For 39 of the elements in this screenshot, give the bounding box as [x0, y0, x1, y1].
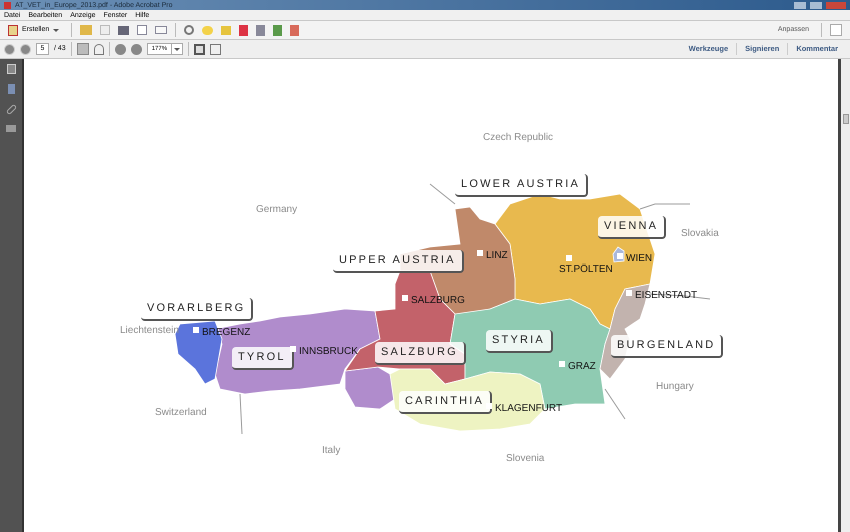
maximize-button[interactable]	[810, 2, 822, 8]
paperclip-icon[interactable]	[5, 104, 17, 116]
country-name: Switzerland	[155, 406, 207, 420]
city-name: WIEN	[626, 252, 652, 266]
region-label: LOWER AUSTRIA	[455, 174, 588, 196]
scroll-thumb[interactable]	[842, 114, 848, 124]
city-name: LINZ	[486, 249, 508, 263]
city-name: INNSBRUCK	[299, 345, 358, 359]
region-label: BURGENLAND	[611, 335, 724, 358]
country-name: Czech Republic	[483, 131, 554, 145]
country-name: Slovakia	[681, 227, 719, 241]
scrollbar[interactable]	[841, 59, 850, 532]
city-marker	[559, 361, 565, 367]
region-label: VORARLBERG	[141, 298, 254, 320]
city-marker	[402, 295, 408, 301]
minimize-button[interactable]	[794, 2, 806, 8]
region-label: CARINTHIA	[399, 391, 492, 414]
city-marker	[477, 250, 483, 256]
region-label: TYROL	[232, 347, 294, 370]
city-marker	[617, 253, 623, 259]
city-marker	[626, 290, 632, 296]
city-marker	[290, 346, 296, 352]
region-label: STYRIA	[486, 330, 553, 352]
region-label: SALZBURG	[375, 342, 466, 364]
city-marker	[193, 327, 199, 333]
country-name: Slovenia	[506, 452, 544, 466]
region-label: VIENNA	[598, 216, 666, 238]
caret-icon	[174, 48, 180, 50]
city-marker	[486, 403, 492, 409]
city-name: EISENSTADT	[635, 289, 698, 303]
country-name: Italy	[322, 444, 340, 458]
country-name: Hungary	[656, 380, 694, 394]
city-name: KLAGENFURT	[495, 402, 562, 416]
city-name: ST.PÖLTEN	[559, 262, 613, 277]
region-label: UPPER AUSTRIA	[333, 250, 464, 272]
country-name: Germany	[256, 203, 298, 217]
caret-icon	[53, 28, 60, 32]
city-name: GRAZ	[568, 360, 596, 374]
city-marker	[566, 255, 572, 261]
